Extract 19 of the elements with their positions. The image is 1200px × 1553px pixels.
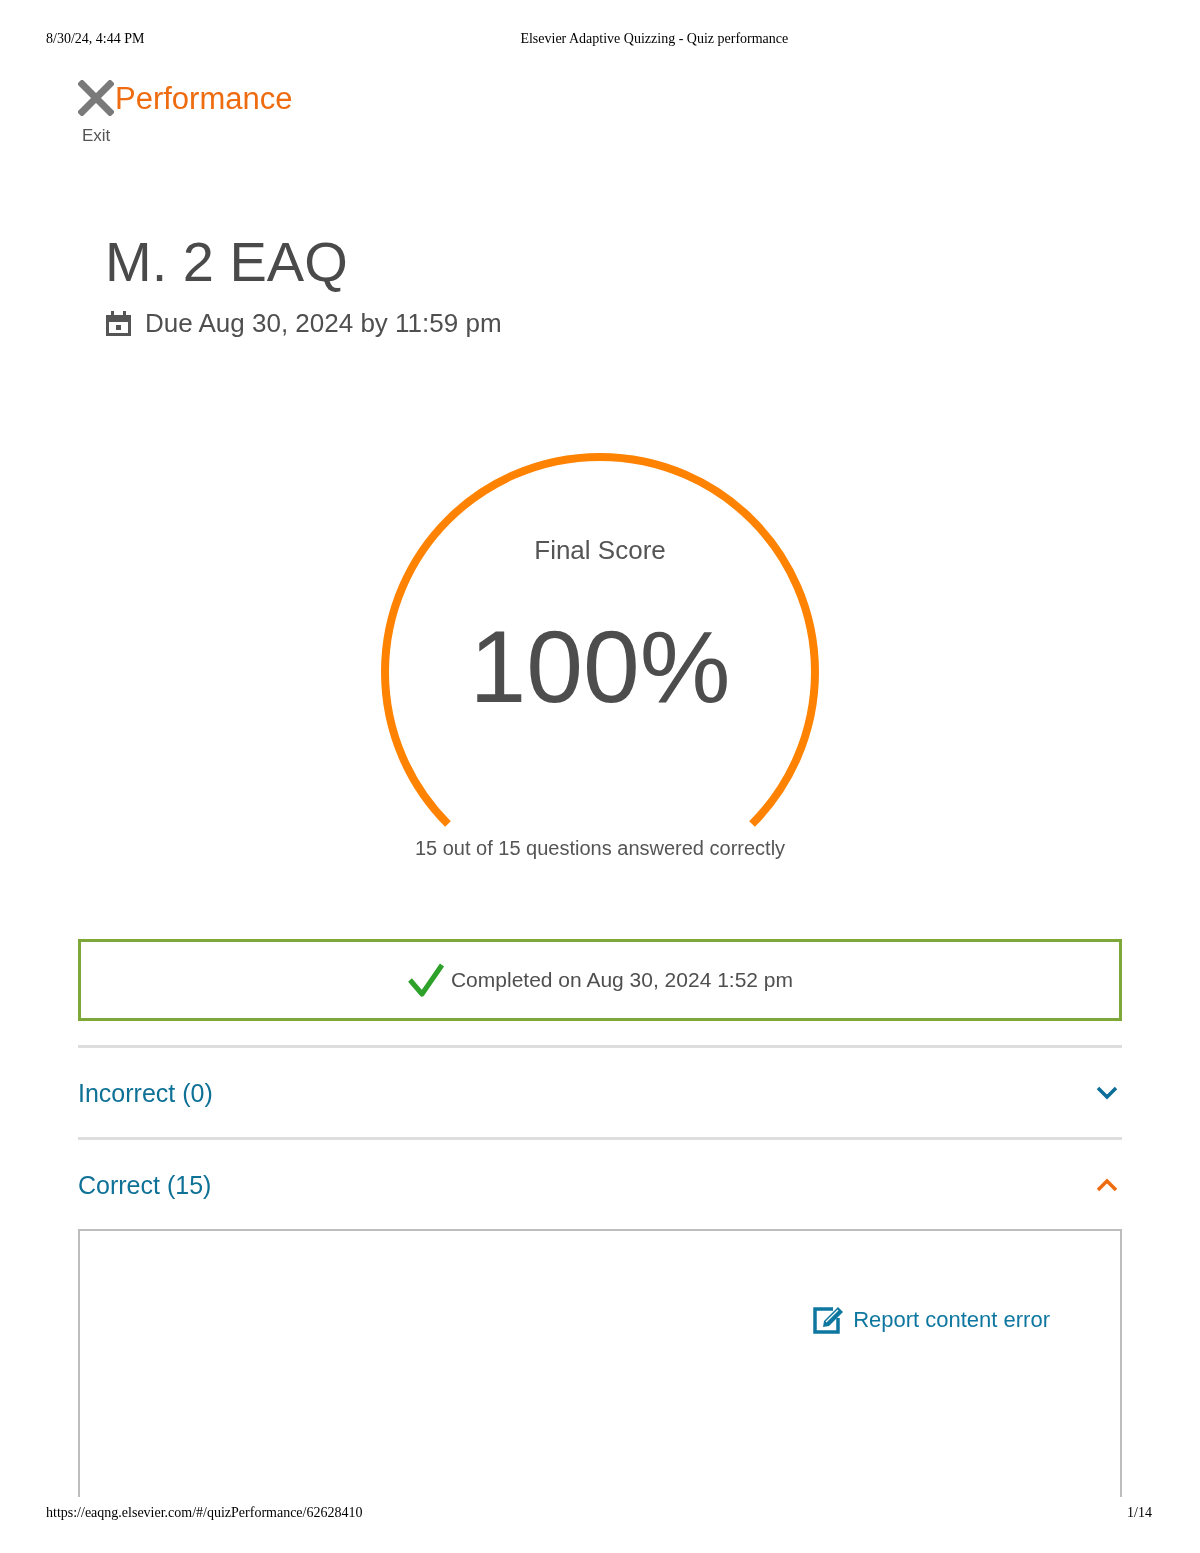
edit-icon: [812, 1304, 846, 1335]
close-icon: [78, 80, 114, 116]
section-toggle[interactable]: Correct (15): [78, 1137, 1122, 1229]
quiz-title: M. 2 EAQ: [105, 230, 348, 294]
report-error-link[interactable]: Report content error: [812, 1304, 1050, 1335]
completion-text: Completed on Aug 30, 2024 1:52 pm: [450, 968, 794, 992]
score-summary: 15 out of 15 questions answered correctly: [414, 836, 786, 860]
score-label: Final Score: [534, 534, 666, 566]
print-url: https://eaqng.elsevier.com/#/quizPerformance/62628410: [46, 1505, 363, 1521]
section-toggle[interactable]: Incorrect (0): [78, 1045, 1122, 1137]
calendar-icon: [105, 309, 132, 337]
print-date: 8/30/24, 4:44 PM: [46, 31, 145, 47]
due-date: Due Aug 30, 2024 by 11:59 pm: [145, 307, 502, 340]
score-value: 100%: [469, 612, 731, 722]
print-page-number: 1/14: [1127, 1505, 1152, 1521]
print-page-title: Elsevier Adaptive Quizzing - Quiz performance: [520, 31, 789, 47]
exit-button[interactable]: Exit: [78, 80, 114, 146]
page-title: Performance: [115, 80, 293, 118]
check-icon: [406, 962, 445, 998]
